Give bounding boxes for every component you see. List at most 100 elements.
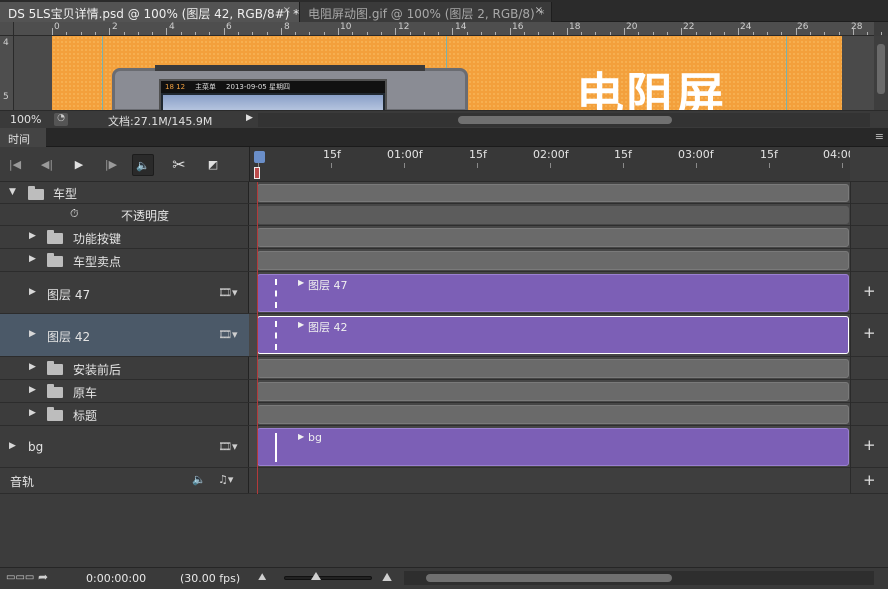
time-ruler[interactable]: 15f 01:00f 15f 02:00f 15f 03:00f 15f 04:…	[249, 147, 850, 182]
ruler-tick	[867, 32, 869, 35]
guide-line[interactable]	[102, 36, 103, 110]
expand-triangle-icon[interactable]: ▶	[298, 432, 304, 441]
collapse-triangle-icon[interactable]: ▼	[9, 187, 16, 197]
split-scissors-icon[interactable]: ✂	[168, 154, 190, 176]
document-horizontal-scrollbar[interactable]	[258, 113, 870, 127]
group-clip[interactable]	[257, 405, 849, 424]
scroll-thumb[interactable]	[877, 44, 885, 94]
expand-triangle-icon[interactable]: ▶	[9, 441, 16, 451]
zoom-in-icon[interactable]: ⛰	[382, 570, 392, 585]
track-header-property-opacity[interactable]: ⏱ 不透明度	[0, 204, 249, 226]
track-header-group-biaoti[interactable]: ▶ 标题	[0, 403, 249, 426]
add-media-button[interactable]: +	[863, 324, 876, 342]
timeline-tab[interactable]: 时间轴	[0, 128, 46, 162]
track-row	[249, 249, 850, 272]
transition-icon[interactable]: ◩	[202, 154, 224, 176]
previous-frame-icon[interactable]: ◀|	[36, 154, 58, 176]
ruler-label: 18	[569, 22, 581, 32]
convert-to-frame-animation-icon[interactable]: ▭▭▭	[6, 572, 34, 583]
status-menu-icon[interactable]: ◔	[54, 113, 68, 126]
property-lane[interactable]	[257, 206, 849, 224]
stopwatch-icon[interactable]: ⏱	[70, 207, 79, 221]
ruler-label: 16	[512, 22, 524, 32]
track-header-layer-47[interactable]: ▶ 图层 47 🎞▾	[0, 272, 249, 314]
next-frame-icon[interactable]: |▶	[100, 154, 122, 176]
ruler-tick	[409, 32, 411, 35]
timeline-zoom-slider[interactable]	[284, 572, 372, 580]
car-stereo-graphic: 18 12 主菜单 2013-09-05 星期四	[112, 65, 468, 119]
add-media-button[interactable]: +	[863, 282, 876, 300]
group-clip[interactable]	[257, 382, 849, 401]
scroll-thumb[interactable]	[426, 574, 672, 582]
track-header-group-maidian[interactable]: ▶ 车型卖点	[0, 249, 249, 272]
document-vertical-scrollbar[interactable]	[874, 36, 888, 110]
document-tab-inactive[interactable]: 电阻屏动图.gif @ 100% (图层 2, RGB/8) * ×	[300, 2, 552, 22]
time-label: 02:00f	[533, 148, 569, 161]
track-header-audio[interactable]: 音轨 🔈 ♫▾	[0, 468, 249, 494]
expand-triangle-icon[interactable]: ▶	[29, 254, 36, 264]
status-arrow-icon[interactable]: ▶	[246, 113, 253, 123]
zoom-slider-knob[interactable]	[311, 572, 321, 580]
group-clip[interactable]	[257, 184, 849, 202]
frame-rate: (30.00 fps)	[180, 572, 241, 585]
add-audio-button[interactable]: +	[863, 471, 876, 489]
track-add-cell: +	[851, 314, 888, 357]
track-row: ▶ 图层 47	[249, 272, 850, 314]
expand-triangle-icon[interactable]: ▶	[29, 385, 36, 395]
close-tab-icon[interactable]: ×	[283, 5, 291, 16]
scroll-thumb[interactable]	[458, 116, 672, 124]
timeline-horizontal-scrollbar[interactable]	[404, 571, 874, 585]
ruler-origin[interactable]	[0, 22, 14, 36]
playback-controls: |◀ ◀| ▶ |▶ 🔈 ✂ ◩	[0, 147, 249, 182]
film-menu-icon[interactable]: 🎞▾	[218, 328, 238, 341]
close-tab-icon[interactable]: ×	[535, 5, 543, 16]
track-header-group-chexing[interactable]: ▼ 车型	[0, 182, 249, 204]
group-clip[interactable]	[257, 228, 849, 247]
zoom-out-icon[interactable]: ⛰	[258, 572, 266, 583]
render-video-icon[interactable]: ➦	[38, 570, 48, 584]
ruler-tick	[395, 28, 397, 35]
expand-triangle-icon[interactable]: ▶	[29, 408, 36, 418]
expand-triangle-icon[interactable]: ▶	[29, 362, 36, 372]
horizontal-ruler[interactable]: 0 2 4 6 8 10 12 14 16 18 20 22 24 26 28	[14, 22, 883, 36]
track-header-layer-42[interactable]: ▶ 图层 42 🎞▾	[0, 314, 249, 357]
panel-menu-icon[interactable]: ≡	[875, 130, 884, 143]
track-add-cell	[851, 226, 888, 249]
audio-mute-icon[interactable]: 🔈	[192, 473, 206, 486]
document-image[interactable]: 18 12 主菜单 2013-09-05 星期四 电阻屏	[52, 36, 842, 124]
expand-triangle-icon[interactable]: ▶	[298, 320, 304, 329]
group-clip[interactable]	[257, 251, 849, 270]
track-header-group-yuanche[interactable]: ▶ 原车	[0, 380, 249, 403]
track-header-layer-bg[interactable]: ▶ bg 🎞▾	[0, 426, 249, 468]
vertical-ruler[interactable]: 4 5	[0, 36, 14, 110]
time-tick	[769, 163, 770, 168]
add-media-button[interactable]: +	[863, 436, 876, 454]
layer-clip[interactable]: ▶ 图层 47	[257, 274, 849, 312]
zoom-level[interactable]: 100%	[10, 113, 41, 126]
track-row	[249, 204, 850, 226]
playhead-handle[interactable]	[254, 151, 265, 163]
expand-triangle-icon[interactable]: ▶	[29, 287, 36, 297]
go-to-first-frame-icon[interactable]: |◀	[4, 154, 26, 176]
document-size: 文档:27.1M/145.9M	[108, 115, 213, 128]
layer-clip-selected[interactable]: ▶ 图层 42	[257, 316, 849, 354]
track-header-group-anzhuang[interactable]: ▶ 安装前后	[0, 357, 249, 380]
document-tab-active[interactable]: DS 5LS宝贝详情.psd @ 100% (图层 42, RGB/8#) * …	[0, 2, 300, 22]
guide-line[interactable]	[786, 36, 787, 110]
layer-clip[interactable]: ▶ bg	[257, 428, 849, 466]
ruler-label: 0	[54, 22, 60, 32]
track-header-group-gongneng[interactable]: ▶ 功能按键	[0, 226, 249, 249]
expand-triangle-icon[interactable]: ▶	[29, 231, 36, 241]
expand-triangle-icon[interactable]: ▶	[29, 329, 36, 339]
film-menu-icon[interactable]: 🎞▾	[218, 440, 238, 453]
expand-triangle-icon[interactable]: ▶	[298, 278, 304, 287]
track-row	[249, 380, 850, 403]
film-menu-icon[interactable]: 🎞▾	[218, 286, 238, 299]
work-area-start-handle[interactable]	[254, 167, 260, 179]
play-icon[interactable]: ▶	[68, 154, 90, 176]
audio-track-row[interactable]	[249, 468, 850, 494]
audio-mute-icon[interactable]: 🔈	[132, 154, 154, 176]
ruler-tick	[366, 32, 368, 35]
group-clip[interactable]	[257, 359, 849, 378]
music-menu-icon[interactable]: ♫▾	[218, 473, 233, 486]
